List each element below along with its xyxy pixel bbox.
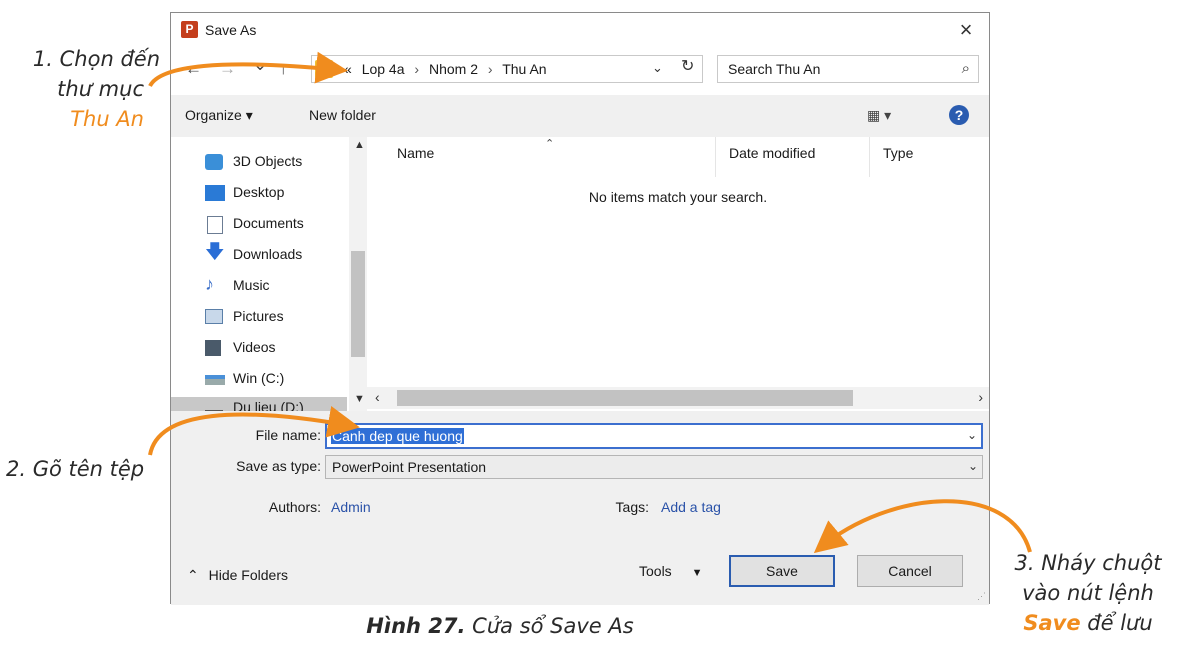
arrow-step-1	[148, 51, 348, 88]
figure-caption: Hình 27. Cửa sổ Save As	[0, 614, 1000, 638]
figure-caption-label: Hình 27.	[366, 614, 466, 638]
arrow-step-3	[813, 499, 1032, 554]
figure-caption-text: Cửa sổ Save As	[472, 614, 634, 638]
arrow-step-2	[148, 406, 360, 456]
annotation-arrows	[148, 51, 1032, 554]
